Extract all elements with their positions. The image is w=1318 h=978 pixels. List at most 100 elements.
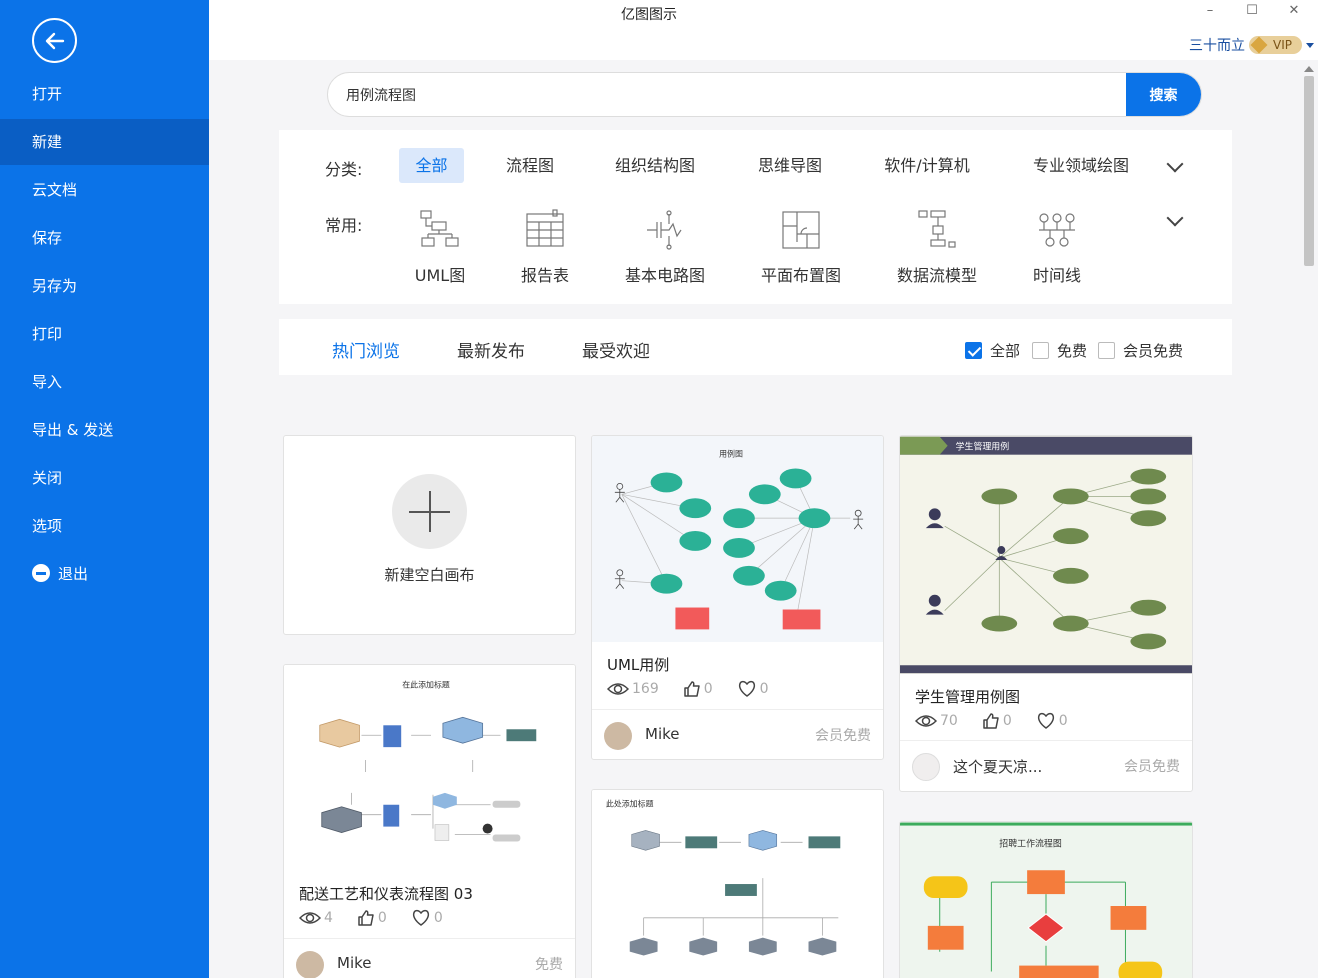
sidebar-item-open[interactable]: 打开: [0, 71, 209, 117]
favorite-count[interactable]: 0: [737, 680, 769, 698]
common-data-flow[interactable]: 数据流模型: [882, 208, 992, 286]
vip-badge: VIP: [1249, 36, 1302, 54]
checkbox-icon: [1098, 342, 1115, 359]
author-name: Mike: [645, 725, 680, 743]
search-input[interactable]: [346, 73, 1116, 116]
uml-icon: [420, 210, 459, 247]
common-report[interactable]: 报告表: [490, 208, 600, 286]
filter-panel: 分类: 全部 流程图 组织结构图 思维导图 软件/计算机 专业领域绘图 常用: …: [279, 130, 1232, 304]
view-count: 169: [607, 681, 659, 697]
template-thumbnail: 用例图: [592, 436, 883, 642]
template-card[interactable]: 用例图 UML用例 169 0 0 Mike 会员免费: [591, 435, 884, 760]
checkbox-icon: [1032, 342, 1049, 359]
circuit-icon: [647, 210, 682, 250]
like-count[interactable]: 0: [357, 909, 387, 927]
sort-tabs-bar: 热门浏览 最新发布 最受欢迎 全部 免费 会员免费: [279, 319, 1232, 375]
sidebar-item-save[interactable]: 保存: [0, 215, 209, 261]
search-bar: 搜索: [327, 72, 1202, 117]
thumbs-up-icon: [683, 681, 700, 697]
common-expand-chevron-icon[interactable]: [1166, 209, 1184, 227]
template-card[interactable]: 学生管理用例 学生管理用例图 70 0 0 这个夏天凉... 会员免费: [899, 435, 1193, 792]
back-button[interactable]: [32, 18, 77, 63]
user-name: 三十而立: [1189, 38, 1246, 54]
category-all[interactable]: 全部: [399, 148, 464, 183]
category-expand-chevron-icon[interactable]: [1166, 155, 1184, 173]
author-row: Mike 免费: [284, 938, 575, 978]
like-count[interactable]: 0: [683, 680, 713, 698]
exit-icon: [32, 564, 50, 582]
scroll-thumb[interactable]: [1304, 76, 1314, 266]
title-bar: 亿图图示 – ☐ ✕ 三十而立 VIP: [209, 0, 1318, 60]
sidebar-item-exit[interactable]: 退出: [0, 551, 209, 597]
view-count: 4: [299, 910, 333, 926]
template-thumbnail: 在此添加标题: [284, 665, 575, 870]
data-flow-icon: [918, 210, 956, 248]
template-title: 配送工艺和仪表流程图 03: [299, 885, 473, 903]
filter-free-checkbox[interactable]: 免费: [1032, 340, 1087, 361]
template-stats: 70 0 0: [915, 712, 1092, 730]
author-name: Mike: [337, 954, 372, 972]
price-tag: 免费: [535, 957, 563, 973]
category-flowchart[interactable]: 流程图: [495, 148, 565, 183]
template-thumbnail: 招聘工作流程图: [900, 822, 1192, 978]
tab-latest[interactable]: 最新发布: [457, 337, 525, 362]
author-row: 这个夏天凉... 会员免费: [900, 740, 1192, 791]
eye-icon: [607, 683, 629, 695]
timeline-icon: [1039, 213, 1075, 247]
report-table-icon: [526, 209, 564, 247]
sidebar-item-new[interactable]: 新建: [0, 119, 209, 165]
template-card[interactable]: 此处添加标题: [591, 789, 884, 978]
category-professional[interactable]: 专业领域绘图: [1023, 148, 1139, 183]
vertical-scrollbar[interactable]: [1300, 60, 1318, 978]
sidebar-item-export-send[interactable]: 导出 & 发送: [0, 407, 209, 453]
common-label: 常用:: [325, 216, 363, 235]
category-software[interactable]: 软件/计算机: [871, 148, 983, 183]
price-tag: 会员免费: [815, 728, 871, 744]
heart-icon: [412, 909, 429, 926]
price-tag: 会员免费: [1124, 759, 1180, 775]
search-button[interactable]: 搜索: [1126, 73, 1201, 116]
template-stats: 4 0 0: [299, 909, 467, 927]
sidebar-item-options[interactable]: 选项: [0, 503, 209, 549]
minimize-button[interactable]: –: [1195, 0, 1225, 24]
close-button[interactable]: ✕: [1279, 0, 1309, 24]
common-floor-plan[interactable]: 平面布置图: [746, 208, 856, 286]
floor-plan-icon: [782, 211, 820, 249]
favorite-count[interactable]: 0: [1036, 712, 1068, 730]
user-menu[interactable]: 三十而立 VIP: [1189, 34, 1314, 56]
sidebar-item-cloud-docs[interactable]: 云文档: [0, 167, 209, 213]
sidebar-item-import[interactable]: 导入: [0, 359, 209, 405]
avatar: [296, 951, 324, 978]
sidebar-item-close[interactable]: 关闭: [0, 455, 209, 501]
like-count[interactable]: 0: [982, 712, 1012, 730]
template-title: 学生管理用例图: [915, 688, 1021, 706]
category-mind-map[interactable]: 思维导图: [745, 148, 835, 183]
common-timeline[interactable]: 时间线: [1002, 208, 1112, 286]
svg-text:招聘工作流程图: 招聘工作流程图: [999, 837, 1062, 849]
template-thumbnail: 此处添加标题: [592, 790, 883, 978]
sidebar: 打开 新建 云文档 保存 另存为 打印 导入 导出 & 发送 关闭 选项 退出: [0, 0, 209, 978]
avatar: [604, 722, 632, 750]
filter-all-checkbox[interactable]: 全部: [965, 340, 1020, 361]
common-uml[interactable]: UML图: [385, 208, 495, 286]
arrow-left-icon: [45, 32, 64, 49]
author-row: Mike 会员免费: [592, 709, 883, 759]
tab-hot[interactable]: 热门浏览: [332, 337, 400, 362]
common-circuit[interactable]: 基本电路图: [610, 208, 720, 286]
filter-member-free-checkbox[interactable]: 会员免费: [1098, 340, 1183, 361]
tab-popular[interactable]: 最受欢迎: [582, 337, 650, 362]
scroll-up-icon[interactable]: [1304, 66, 1314, 72]
maximize-button[interactable]: ☐: [1237, 0, 1267, 24]
favorite-count[interactable]: 0: [411, 909, 443, 927]
heart-icon: [1037, 712, 1054, 729]
eye-icon: [915, 715, 937, 727]
avatar: [912, 753, 940, 781]
template-card[interactable]: 招聘工作流程图: [899, 821, 1193, 978]
heart-icon: [738, 680, 755, 697]
new-blank-canvas-card[interactable]: 新建空白画布: [283, 435, 576, 635]
sidebar-item-print[interactable]: 打印: [0, 311, 209, 357]
sidebar-item-save-as[interactable]: 另存为: [0, 263, 209, 309]
category-org-chart[interactable]: 组织结构图: [605, 148, 705, 183]
template-card[interactable]: 在此添加标题 配送工艺和仪表流程图 03 4 0 0 Mike 免费: [283, 664, 576, 978]
app-title: 亿图图示: [621, 7, 677, 23]
